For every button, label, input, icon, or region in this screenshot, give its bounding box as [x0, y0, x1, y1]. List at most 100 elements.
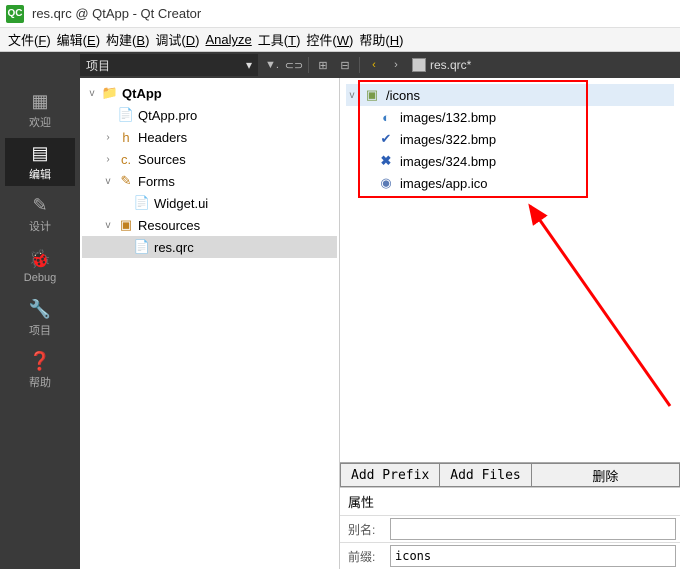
alias-label: 别名: [340, 517, 390, 542]
qrc-file-icon: 📄 [134, 239, 150, 255]
collapse-icon[interactable]: › [102, 153, 114, 165]
nav-forward-icon[interactable]: › [386, 55, 406, 75]
resource-file-row[interactable]: ✔ images/322.bmp [346, 128, 674, 150]
file-icon [412, 58, 426, 72]
tree-label: Forms [138, 174, 175, 189]
tree-label: QtApp [122, 86, 162, 101]
resource-file-label: images/132.bmp [400, 110, 496, 125]
menu-build[interactable]: 构建(B) [106, 30, 149, 49]
tree-label: Widget.ui [154, 196, 208, 211]
app-logo-icon: QC [6, 5, 24, 23]
mode-sidebar: ▦ 欢迎 ▤ 编辑 ✎ 设计 🐞 Debug 🔧 项目 ❓ 帮助 [0, 78, 80, 569]
mode-design[interactable]: ✎ 设计 [5, 190, 75, 238]
resource-prefix-row[interactable]: v ▣ /icons [346, 84, 674, 106]
menu-edit[interactable]: 编辑(E) [57, 30, 100, 49]
mode-projects[interactable]: 🔧 项目 [5, 294, 75, 342]
folder-h-icon: h [118, 129, 134, 145]
mode-label: 帮助 [29, 374, 51, 390]
tree-headers-folder[interactable]: › h Headers [82, 126, 337, 148]
titlebar: QC res.qrc @ QtApp - Qt Creator [0, 0, 680, 28]
tree-label: res.qrc [154, 240, 194, 255]
resource-editor-bottom: Add Prefix Add Files 删除 属性 别名: 前缀: [340, 462, 680, 569]
open-file-name: res.qrc* [430, 58, 471, 72]
bmp-icon: ◐ [378, 109, 394, 125]
ico-icon: ◉ [378, 175, 394, 191]
alias-input[interactable] [390, 518, 676, 540]
mode-label: Debug [24, 272, 56, 284]
delete-button[interactable]: 删除 [532, 463, 680, 487]
toolbar: 项目 ▾ ▼. ⊂⊃ ⊞ ⊟ ‹ › res.qrc* [0, 52, 680, 78]
mode-debug[interactable]: 🐞 Debug [5, 242, 75, 290]
prefix-icon: ▣ [364, 87, 380, 103]
link-icon[interactable]: ⊂⊃ [284, 55, 304, 75]
filter-icon[interactable]: ▼. [262, 55, 282, 75]
resource-editor-tree[interactable]: v ▣ /icons ◐ images/132.bmp ✔ images/322… [340, 78, 680, 462]
menu-help[interactable]: 帮助(H) [359, 30, 403, 49]
add-split-icon[interactable]: ⊞ [313, 55, 333, 75]
collapse-icon[interactable]: › [102, 131, 114, 143]
menu-widgets[interactable]: 控件(W) [306, 30, 353, 49]
folder-icon: 📁 [102, 85, 118, 101]
open-file-path: res.qrc* [412, 58, 471, 72]
tree-label: Resources [138, 218, 200, 233]
resource-file-row[interactable]: ◐ images/132.bmp [346, 106, 674, 128]
tree-res-qrc[interactable]: 📄 res.qrc [82, 236, 337, 258]
tree-project-root[interactable]: v 📁 QtApp [82, 82, 337, 104]
expand-icon[interactable]: v [102, 219, 114, 231]
project-selector[interactable]: 项目 ▾ [80, 54, 258, 76]
edit-icon: ▤ [29, 142, 51, 164]
folder-c-icon: c. [118, 151, 134, 167]
project-tree[interactable]: v 📁 QtApp 📄 QtApp.pro › h Headers › c. S… [80, 78, 340, 569]
menu-analyze[interactable]: Analyze [206, 32, 252, 47]
expand-icon[interactable]: v [346, 89, 358, 101]
menubar: 文件(F) 编辑(E) 构建(B) 调试(D) Analyze 工具(T) 控件… [0, 28, 680, 52]
folder-res-icon: ▣ [118, 217, 134, 233]
file-icon: 📄 [118, 107, 134, 123]
tree-label: Sources [138, 152, 186, 167]
tree-widget-ui[interactable]: 📄 Widget.ui [82, 192, 337, 214]
mode-label: 欢迎 [29, 114, 51, 130]
wrench-icon: 🔧 [29, 298, 51, 320]
prefix-label: 前缀: [340, 544, 390, 569]
resource-file-label: images/324.bmp [400, 154, 496, 169]
ui-file-icon: 📄 [134, 195, 150, 211]
tree-forms-folder[interactable]: v ✎ Forms [82, 170, 337, 192]
resource-prefix-label: /icons [386, 88, 420, 103]
tree-pro-file[interactable]: 📄 QtApp.pro [82, 104, 337, 126]
resource-file-row[interactable]: ✖ images/324.bmp [346, 150, 674, 172]
expand-icon[interactable]: v [86, 87, 98, 99]
expand-icon[interactable]: v [102, 175, 114, 187]
window-title: res.qrc @ QtApp - Qt Creator [32, 6, 201, 21]
menu-tools[interactable]: 工具(T) [258, 30, 301, 49]
cross-icon: ✖ [378, 153, 394, 169]
project-selector-label: 项目 [86, 57, 110, 74]
grid-icon: ▦ [29, 90, 51, 112]
tree-label: QtApp.pro [138, 108, 197, 123]
mode-label: 设计 [29, 218, 51, 234]
menu-debug[interactable]: 调试(D) [155, 30, 199, 49]
mode-edit[interactable]: ▤ 编辑 [5, 138, 75, 186]
tree-label: Headers [138, 130, 187, 145]
mode-label: 编辑 [29, 166, 51, 182]
check-icon: ✔ [378, 131, 394, 147]
resource-file-label: images/app.ico [400, 176, 487, 191]
add-prefix-button[interactable]: Add Prefix [340, 463, 440, 487]
resource-file-row[interactable]: ◉ images/app.ico [346, 172, 674, 194]
pencil-icon: ✎ [29, 194, 51, 216]
add-files-button[interactable]: Add Files [440, 463, 531, 487]
resource-file-label: images/322.bmp [400, 132, 496, 147]
mode-label: 项目 [29, 322, 51, 338]
menu-file[interactable]: 文件(F) [8, 30, 51, 49]
tree-resources-folder[interactable]: v ▣ Resources [82, 214, 337, 236]
tree-sources-folder[interactable]: › c. Sources [82, 148, 337, 170]
chevron-down-icon: ▾ [246, 58, 252, 72]
mode-help[interactable]: ❓ 帮助 [5, 346, 75, 394]
close-split-icon[interactable]: ⊟ [335, 55, 355, 75]
prefix-input[interactable] [390, 545, 676, 567]
mode-welcome[interactable]: ▦ 欢迎 [5, 86, 75, 134]
help-icon: ❓ [29, 350, 51, 372]
properties-section-title: 属性 [340, 488, 680, 515]
nav-back-icon[interactable]: ‹ [364, 55, 384, 75]
folder-forms-icon: ✎ [118, 173, 134, 189]
bug-icon: 🐞 [29, 248, 51, 270]
